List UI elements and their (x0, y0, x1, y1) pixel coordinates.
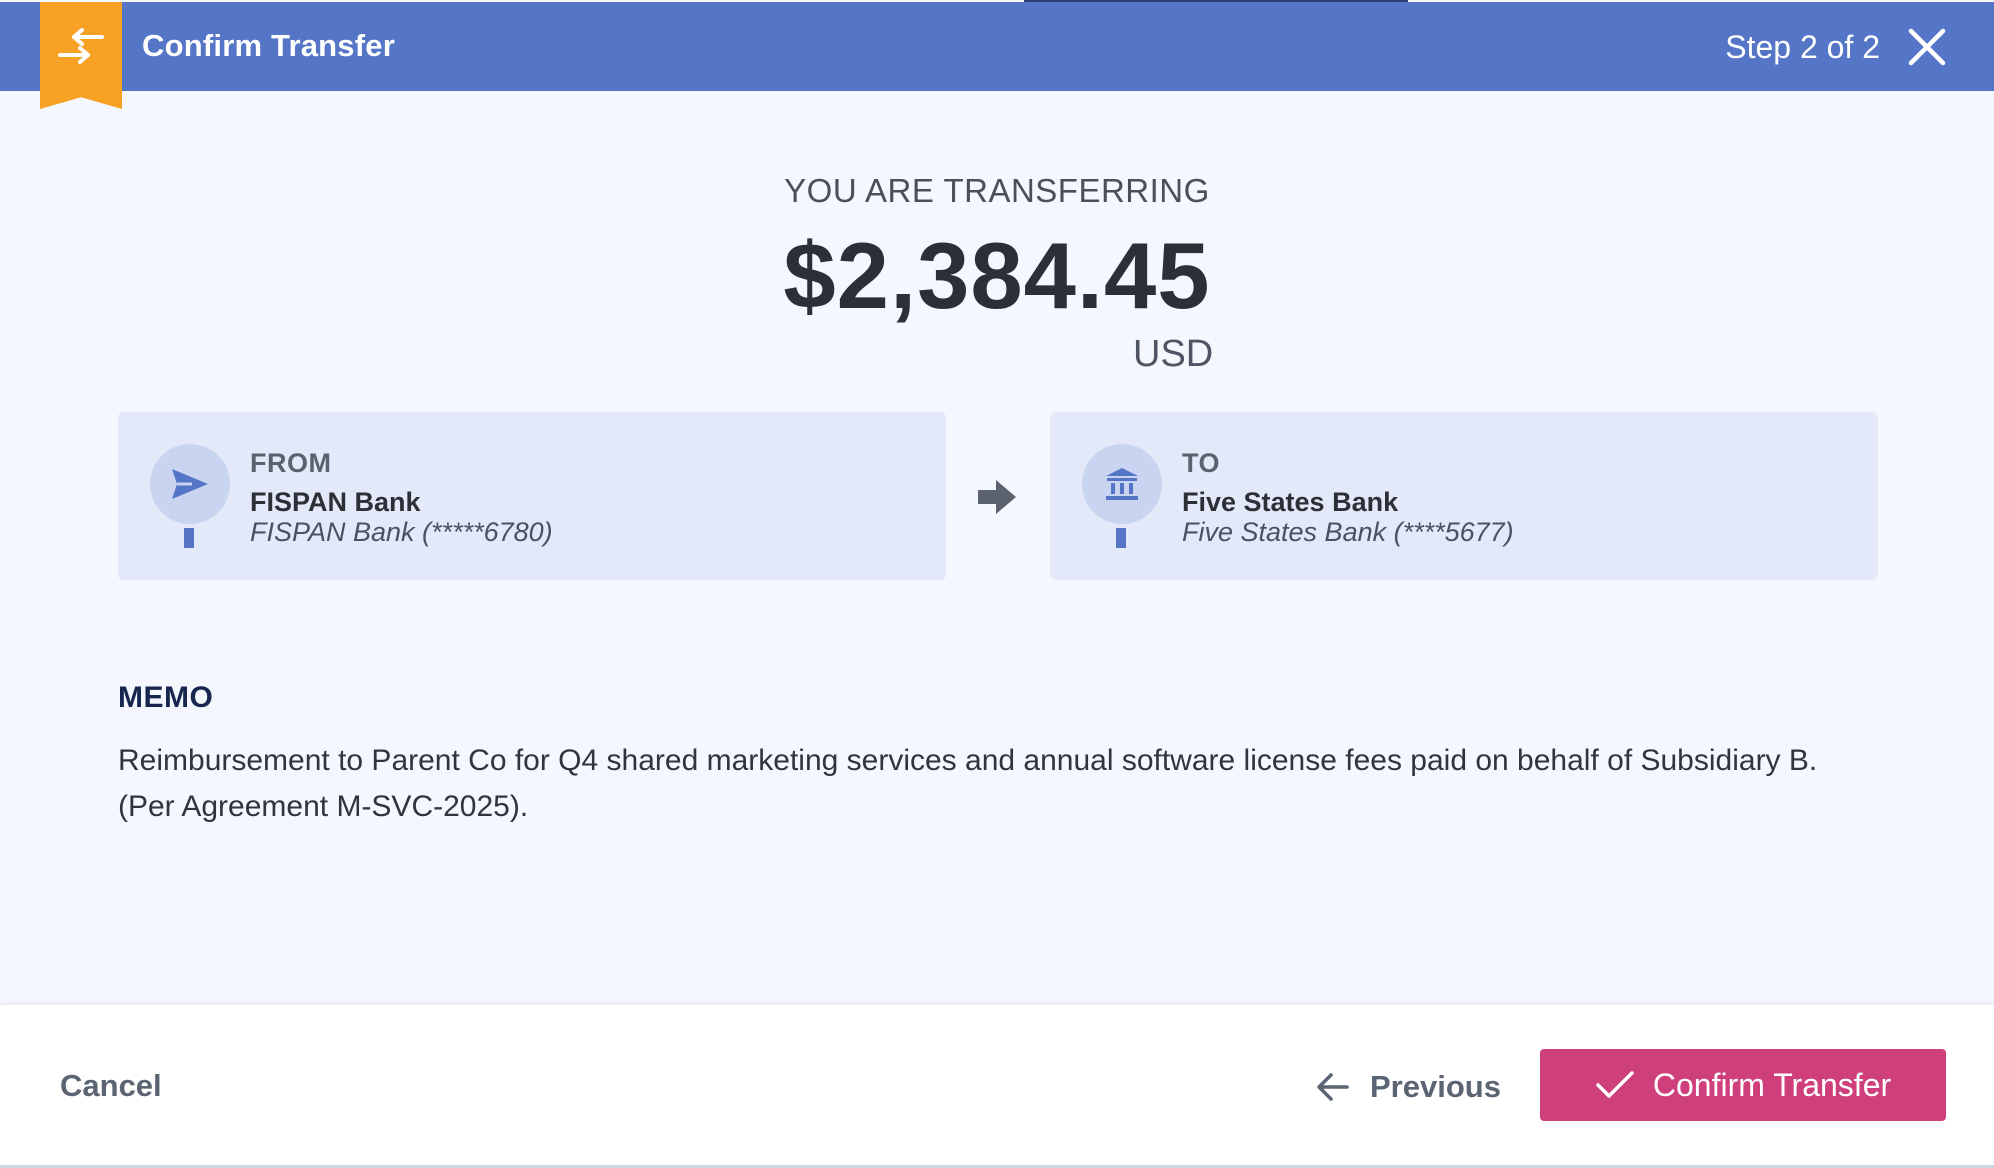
previous-button[interactable]: Previous (1316, 1065, 1501, 1109)
to-account-number: Five States Bank (****5677) (1182, 517, 1514, 547)
arrow-left-icon[interactable] (1316, 1070, 1350, 1104)
to-bank-name: Five States Bank (1182, 487, 1399, 517)
from-icon-circle (150, 444, 230, 524)
transfer-label: YOU ARE TRANSFERRING (784, 172, 1210, 209)
currency-code: USD (1133, 333, 1214, 375)
cancel-button[interactable]: Cancel (60, 1068, 162, 1104)
to-icon-circle (1082, 444, 1162, 524)
previous-label[interactable]: Previous (1370, 1069, 1501, 1105)
modal-footer: Cancel Previous Confirm Transfer (0, 1005, 1994, 1165)
from-bank-name: FISPAN Bank (250, 487, 421, 517)
close-icon[interactable] (1906, 26, 1948, 68)
to-label: TO (1182, 448, 1221, 478)
from-account-card: FROM FISPAN Bank FISPAN Bank (*****6780) (118, 412, 946, 580)
confirm-transfer-label[interactable]: Confirm Transfer (1653, 1067, 1891, 1104)
transfer-badge (40, 2, 122, 109)
memo-heading: MEMO (118, 681, 214, 714)
bank-icon (1106, 468, 1138, 500)
transfer-amount: $2,384.45 (783, 223, 1211, 328)
transfer-modal: Confirm Transfer Step 2 of 2 YOU ARE TRA… (0, 0, 1994, 1168)
send-icon (172, 469, 208, 499)
to-pin-stem (1116, 528, 1126, 548)
arrow-right-icon (978, 480, 1016, 514)
step-indicator: Step 2 of 2 (1725, 29, 1880, 65)
from-pin-stem (184, 528, 194, 548)
close-button[interactable] (1906, 26, 1948, 68)
checkmark-icon[interactable] (1595, 1070, 1635, 1100)
transfer-arrows-icon (58, 28, 104, 64)
confirm-transfer-button[interactable]: Confirm Transfer (1540, 1049, 1946, 1121)
from-label: FROM (250, 448, 332, 478)
from-account-number: FISPAN Bank (*****6780) (250, 517, 553, 547)
modal-header: Confirm Transfer Step 2 of 2 (0, 2, 1994, 109)
to-account-card: TO Five States Bank Five States Bank (**… (1050, 412, 1878, 580)
memo-text: Reimbursement to Parent Co for Q4 shared… (118, 744, 1818, 823)
modal-title: Confirm Transfer (142, 28, 395, 63)
